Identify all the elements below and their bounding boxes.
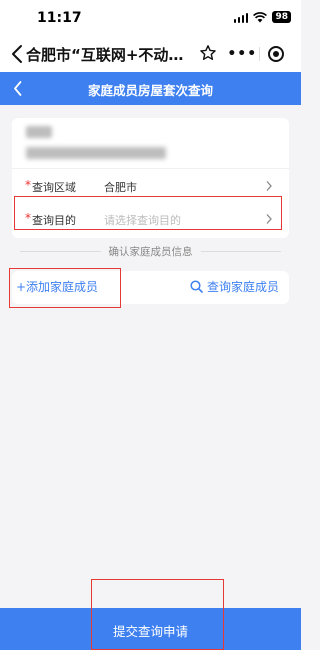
page-title: 家庭成员房屋套次查询 [87,83,213,98]
section-divider: 确认家庭成员信息 [20,244,281,258]
add-member-highlight-box [9,268,121,308]
query-family-member-label: 查询家庭成员 [206,280,279,294]
capsule-menu: ••• [226,41,292,67]
search-icon [190,280,203,293]
more-options-icon[interactable]: ••• [226,41,259,67]
status-time: 11:17 [37,10,82,26]
star-icon[interactable] [199,44,217,62]
chevron-right-icon [266,181,272,191]
mini-program-bar: 合肥市“互联网+不动… ••• [0,36,301,72]
section-divider-text: 确认家庭成员信息 [108,245,193,258]
query-region-value: 合肥市 [104,181,137,194]
query-region-label: 查询区域 [32,181,76,194]
wifi-icon [253,11,268,22]
battery-indicator: 98 [272,11,291,23]
status-bar: 11:17 98 [0,0,301,36]
back-arrow-icon[interactable] [10,44,24,64]
cellular-signal-icon [233,12,249,23]
submit-highlight-box [91,579,224,650]
redacted-name [26,126,52,138]
query-family-member-button[interactable]: 查询家庭成员 [190,278,279,295]
mini-program-title: 合肥市“互联网+不动… [26,46,184,64]
status-icons: 98 [233,11,291,23]
redacted-id-number [26,147,166,159]
page-header: 家庭成员房屋套次查询 [0,72,301,105]
close-mini-program-icon[interactable] [259,46,292,62]
required-mark: * [25,178,31,192]
purpose-highlight-box [14,196,282,230]
